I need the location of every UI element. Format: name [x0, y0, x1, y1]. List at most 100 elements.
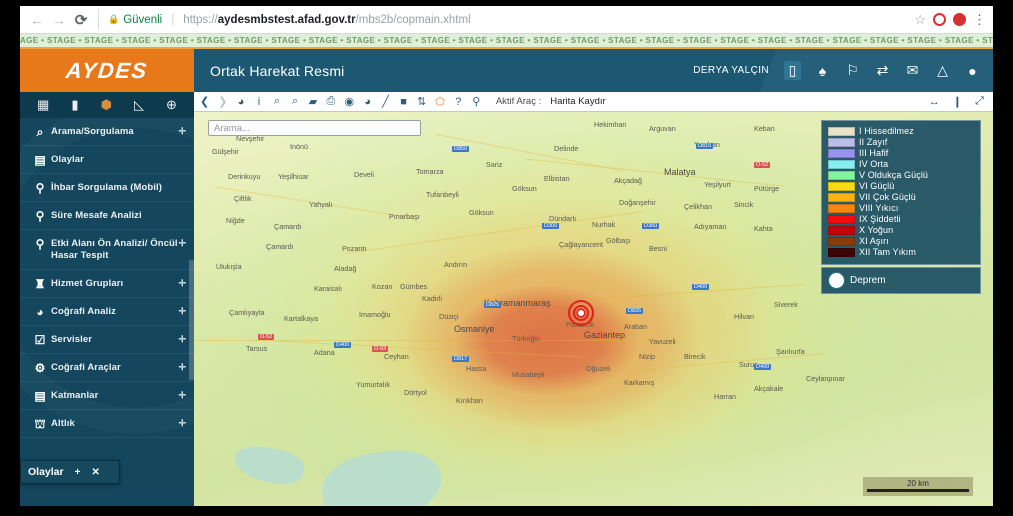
sidebar-scrollbar[interactable] [189, 260, 194, 380]
info-icon[interactable]: i [254, 94, 263, 110]
legend-label: IV Orta [859, 159, 889, 169]
expand-icon[interactable]: ✛ [178, 335, 186, 344]
sidebar-item-olaylar[interactable]: ▤ Olaylar [20, 146, 194, 174]
sidebar-item-etki-alani[interactable]: ⚲ Etki Alanı Ön Analizi/ Öncül Hasar Tes… [20, 230, 194, 270]
active-tool-label: Aktif Araç : [495, 96, 542, 107]
sidebar-item-sure-mesafe-analizi[interactable]: ⚲ Süre Mesafe Analizi [20, 202, 194, 230]
next-extent-icon[interactable]: ❯ [218, 94, 227, 110]
logo-area[interactable]: AYDES [20, 49, 194, 92]
eraser-icon[interactable]: ▰ [308, 94, 317, 110]
sidebar-item-katmanlar[interactable]: ▤ Katmanlar ✛ [20, 382, 194, 410]
expand-icon[interactable]: ✛ [178, 391, 186, 400]
help-icon[interactable]: ? [454, 94, 463, 110]
print-icon[interactable]: ⎙ [326, 94, 336, 110]
scale-bar-label: 20 km [907, 479, 929, 488]
sidebar-item-hizmet-gruplari[interactable]: ♜ Hizmet Grupları ✛ [20, 270, 194, 298]
expand-icon[interactable]: ✛ [178, 419, 186, 428]
map-place-label: Malatya [664, 167, 696, 177]
location-icon[interactable]: ◕ [363, 94, 372, 110]
lock-icon: 🔒 [108, 14, 120, 24]
legend-layer-deprem[interactable]: ✦ Deprem [821, 267, 981, 294]
user-icon[interactable]: ● [964, 61, 981, 80]
mail-icon[interactable]: ✉ [904, 61, 921, 80]
olaylar-popup-close-button[interactable]: ✕ [91, 467, 99, 478]
forward-arrow-icon[interactable]: → [48, 9, 70, 31]
star-icon[interactable]: ☆ [914, 12, 926, 28]
measure-area-icon[interactable]: ■ [399, 94, 408, 110]
layers-icon: ▤ [34, 389, 46, 403]
back-arrow-icon[interactable]: ← [26, 9, 48, 31]
map-place-label: Çamardı [266, 242, 294, 251]
sidebar-item-label: Arama/Sorgulama [51, 126, 134, 137]
trend-tool-icon[interactable]: ◺ [134, 97, 144, 113]
address-bar[interactable]: 🔒 Güvenli | https://aydesmbstest.afad.go… [98, 9, 914, 30]
bell-icon[interactable]: △ [934, 61, 951, 80]
map-place-label: Nizip [639, 352, 655, 361]
map-canvas[interactable]: NevşehirTatlarGülşehirInönüDelindeYazıha… [194, 112, 993, 506]
route-shield: D817 [452, 356, 470, 362]
map-place-label: Andırın [444, 260, 468, 269]
extension-icon-2[interactable] [953, 13, 966, 26]
zoom-in-icon[interactable]: ⌕ [272, 94, 281, 110]
olaylar-popup-add-button[interactable]: + [75, 467, 81, 478]
filter-icon[interactable]: ⇅ [417, 94, 426, 110]
sidebar-item-ihbar-sorgulama[interactable]: ⚲ İhbar Sorgulama (Mobil) [20, 174, 194, 202]
dome-tool-icon[interactable]: ⬢ [101, 97, 112, 113]
expand-icon[interactable]: ✛ [178, 239, 186, 248]
reload-icon[interactable]: ⟳ [70, 9, 92, 31]
expand-icon[interactable]: ✛ [178, 363, 186, 372]
fullscreen-icon[interactable]: ⤢ [975, 94, 984, 110]
map-place-label: Kozan [372, 282, 393, 291]
legend-label: III Hafif [859, 148, 889, 158]
org-chart-icon[interactable]: ♠ [814, 61, 831, 80]
marker-icon[interactable]: ⚲ [472, 94, 481, 110]
vertical-divider-icon[interactable]: ❙ [953, 94, 962, 110]
legend-item: III Hafif [828, 148, 974, 158]
earthquake-epicenter-marker[interactable] [568, 300, 594, 326]
sidebar-item-servisler[interactable]: ☑ Servisler ✛ [20, 326, 194, 354]
olaylar-popup[interactable]: Olaylar + ✕ [20, 460, 120, 484]
expand-icon[interactable]: ✛ [178, 279, 186, 288]
map-search-input[interactable]: Arama... [208, 120, 421, 136]
search-icon: ⌕ [36, 125, 44, 139]
gears-icon: ⚙ [34, 361, 46, 375]
sidebar-item-cografi-analiz[interactable]: ◕ Coğrafi Analiz ✛ [20, 298, 194, 326]
horizontal-resize-icon[interactable]: ↔ [929, 94, 940, 110]
sidebar-tool-row: ▦ ▮ ⬢ ◺ ⊕ [20, 92, 194, 118]
legend-swatch [828, 181, 855, 191]
flag-icon[interactable]: ⚐ [844, 61, 861, 80]
transfer-icon[interactable]: ⇄ [874, 61, 891, 80]
globe-tool-icon[interactable]: ⊕ [166, 97, 177, 113]
map-place-label: Düziçi [439, 312, 459, 321]
olaylar-popup-label: Olaylar [28, 466, 64, 478]
zoom-out-icon[interactable]: ⌕ [290, 94, 299, 110]
sidebar-item-cografi-araclar[interactable]: ⚙ Coğrafi Araçlar ✛ [20, 354, 194, 382]
sidebar-item-arama-sorgulama[interactable]: ⌕ Arama/Sorgulama ✛ [20, 118, 194, 146]
map-place-label: Arguvan [649, 124, 676, 133]
sidebar-item-altlik[interactable]: ⛫ Altlık ✛ [20, 410, 194, 438]
map-place-label: Elbistan [544, 174, 570, 183]
measure-line-icon[interactable]: ╱ [381, 94, 390, 110]
legend-label: VI Güçlü [859, 181, 895, 191]
extension-icon-1[interactable] [933, 13, 946, 26]
map-place-label: Develi [354, 170, 374, 179]
legend-swatch [828, 126, 855, 136]
identify-icon[interactable]: ◕ [236, 94, 245, 110]
calendar-tool-icon[interactable]: ▦ [37, 97, 49, 113]
bar-chart-tool-icon[interactable]: ▮ [71, 97, 78, 113]
map-place-label: Göksun [512, 184, 537, 193]
kebab-menu-icon[interactable]: ⋮ [973, 12, 986, 28]
previous-extent-icon[interactable]: ❮ [200, 94, 209, 110]
legend-item: XII Tam Yıkım [828, 247, 974, 257]
secure-label: Güvenli [123, 13, 163, 26]
expand-icon[interactable]: ✛ [178, 127, 186, 136]
expand-icon[interactable]: ✛ [178, 307, 186, 316]
mobile-device-icon[interactable]: ▯ [784, 61, 801, 80]
active-tool-value: Harita Kaydır [550, 96, 606, 107]
map-place-label: Nurhak [592, 220, 616, 229]
eye-icon[interactable]: ◉ [344, 94, 354, 110]
route-shield: D400 [692, 284, 710, 290]
map-place-label: Yeşilhisar [278, 172, 309, 181]
map-place-label: Şanlıurfa [776, 347, 805, 356]
draw-polygon-icon[interactable]: ⬠ [435, 94, 445, 110]
